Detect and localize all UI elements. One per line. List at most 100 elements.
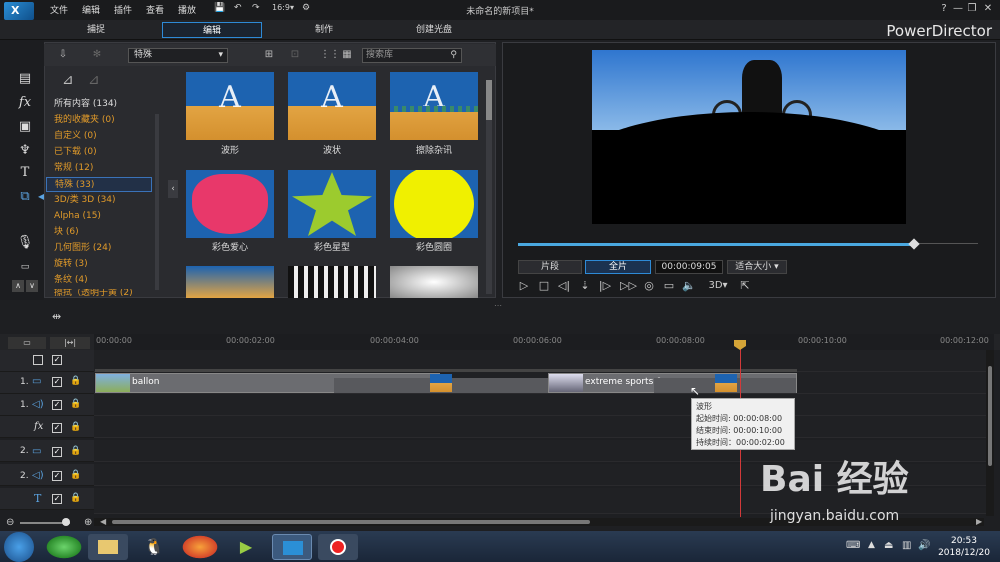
- thumbnail-color-heart[interactable]: [186, 170, 274, 238]
- restore-button[interactable]: ❐: [966, 3, 978, 15]
- category-item[interactable]: 块 (6): [54, 225, 150, 240]
- fx-room-icon[interactable]: fx: [16, 94, 34, 112]
- play-icon[interactable]: ▷: [517, 279, 531, 293]
- subtitle-room-icon[interactable]: ▭: [16, 258, 34, 276]
- keyboard-tray-icon[interactable]: ⌨: [846, 540, 860, 551]
- taskbar-clock[interactable]: 20:53 2018/12/20: [934, 535, 994, 559]
- recorder-icon[interactable]: [318, 534, 358, 560]
- category-item[interactable]: 自定义 (0): [54, 129, 150, 144]
- tag-remove-icon[interactable]: ⊿: [88, 72, 100, 88]
- timeline-vscroll[interactable]: [986, 350, 994, 516]
- category-item[interactable]: 常规 (12): [54, 161, 150, 176]
- lock-icon[interactable]: 🔒: [70, 376, 81, 386]
- zoom-slider-knob[interactable]: [62, 518, 70, 526]
- tab-produce[interactable]: 制作: [274, 22, 374, 38]
- track-enable-checkbox[interactable]: ✓: [52, 423, 62, 433]
- category-item[interactable]: 几何图形 (24): [54, 241, 150, 256]
- network-tray-icon[interactable]: ▥: [902, 540, 911, 551]
- category-item[interactable]: 条纹 (4): [54, 273, 150, 288]
- track-enable-checkbox[interactable]: ✓: [52, 377, 62, 387]
- lock-icon[interactable]: 🔒: [70, 493, 81, 503]
- qq-icon[interactable]: 🐧: [134, 534, 174, 560]
- fast-forward-icon[interactable]: ▷▷: [620, 279, 637, 293]
- add-to-timeline-icon[interactable]: ⊞: [262, 48, 276, 62]
- timecode-display[interactable]: 00:00:09:05: [655, 260, 723, 274]
- explorer-icon[interactable]: [88, 534, 128, 560]
- preview-progress[interactable]: [518, 243, 914, 246]
- title-room-icon[interactable]: T: [16, 164, 34, 182]
- panel-resize-handle[interactable]: ⋯: [494, 301, 502, 310]
- chevron-up-icon[interactable]: ∧: [12, 280, 24, 292]
- thumbnail-partial[interactable]: [390, 266, 478, 298]
- category-item[interactable]: 特殊 (33): [46, 177, 152, 192]
- next-frame-icon[interactable]: |▷: [598, 279, 612, 293]
- track-enable-checkbox[interactable]: ✓: [52, 355, 62, 365]
- scroll-right-icon[interactable]: ▶: [976, 517, 982, 526]
- thumbnail-partial[interactable]: [186, 266, 274, 298]
- scroll-left-icon[interactable]: ◀: [100, 517, 106, 526]
- volume-tray-icon[interactable]: 🔊: [918, 540, 930, 551]
- split-icon[interactable]: ⇹: [52, 310, 61, 323]
- category-item[interactable]: Alpha (15): [54, 209, 150, 224]
- movie-mode-button[interactable]: 全片: [585, 260, 651, 274]
- help-button[interactable]: ?: [938, 3, 950, 15]
- track-enable-checkbox[interactable]: ✓: [52, 494, 62, 504]
- track-enable-checkbox[interactable]: ✓: [52, 400, 62, 410]
- start-button[interactable]: [4, 532, 34, 562]
- lock-icon[interactable]: 🔒: [70, 399, 81, 409]
- list-view-icon[interactable]: ▦: [340, 48, 354, 62]
- subtitle-icon[interactable]: ▭: [662, 279, 676, 293]
- firefox-icon[interactable]: [180, 534, 220, 560]
- category-select[interactable]: 特殊 ▾: [128, 48, 228, 63]
- powerdirector-task-icon[interactable]: [272, 534, 312, 560]
- voice-record-icon[interactable]: 🎙: [16, 234, 34, 252]
- favorite-add-icon[interactable]: ⊡: [288, 48, 302, 62]
- category-item[interactable]: 已下载 (0): [54, 145, 150, 160]
- category-item[interactable]: 旋转 (3): [54, 257, 150, 272]
- media-app-icon[interactable]: ▶: [226, 534, 266, 560]
- tab-create-disc[interactable]: 创建光盘: [384, 22, 484, 38]
- import-icon[interactable]: ⇩: [56, 48, 70, 62]
- transition-marker[interactable]: [430, 374, 452, 392]
- thumbnail-noise-wipe[interactable]: A: [390, 72, 478, 140]
- transition-room-icon[interactable]: ⧉: [16, 188, 34, 206]
- tab-capture[interactable]: 捕捉: [46, 22, 146, 38]
- stop-icon[interactable]: □: [537, 279, 551, 293]
- usb-tray-icon[interactable]: ⏏: [884, 540, 893, 551]
- mark-icon[interactable]: ⇣: [578, 279, 592, 293]
- thumbnail-partial[interactable]: [288, 266, 376, 298]
- thumbnail-wave[interactable]: A: [186, 72, 274, 140]
- thumbnail-scrollbar[interactable]: [486, 80, 492, 294]
- timeline-hscroll-thumb[interactable]: [112, 520, 590, 524]
- media-room-icon[interactable]: ▤: [16, 70, 34, 88]
- fit-timeline-icon[interactable]: |↔|: [50, 337, 90, 349]
- taskbar-app-icon[interactable]: [44, 534, 84, 560]
- track-manager-icon[interactable]: ▭: [8, 337, 46, 349]
- snapshot-icon[interactable]: ◎: [642, 279, 656, 293]
- plugin-icon[interactable]: ✻: [90, 48, 104, 62]
- close-button[interactable]: ✕: [982, 3, 994, 15]
- category-item[interactable]: 所有内容 (134): [54, 97, 150, 112]
- track-enable-checkbox[interactable]: ✓: [52, 471, 62, 481]
- zoom-in-icon[interactable]: ⊕: [84, 517, 92, 528]
- fit-size-select[interactable]: 适合大小 ▾: [727, 260, 787, 274]
- track-enable-checkbox[interactable]: ✓: [52, 447, 62, 457]
- tray-expand-icon[interactable]: ▲: [868, 540, 875, 550]
- transition-marker[interactable]: [715, 374, 737, 392]
- search-input[interactable]: 搜索库 ⚲: [362, 48, 462, 63]
- 3d-mode-button[interactable]: 3D▾: [704, 279, 732, 293]
- undock-preview-icon[interactable]: ⇱: [738, 279, 752, 293]
- category-item[interactable]: 擦拭（透明于黄 (2): [54, 289, 150, 298]
- particle-room-icon[interactable]: ♆: [16, 142, 34, 160]
- pip-room-icon[interactable]: ▣: [16, 118, 34, 136]
- zoom-out-icon[interactable]: ⊖: [6, 517, 14, 528]
- thumbnail-color-circle[interactable]: [390, 170, 478, 238]
- thumbnail-ripple[interactable]: A: [288, 72, 376, 140]
- timeline-row[interactable]: [94, 394, 986, 416]
- grid-view-icon[interactable]: ⋮⋮: [320, 48, 340, 62]
- category-item[interactable]: 我的收藏夹 (0): [54, 113, 150, 128]
- category-scrollbar[interactable]: [155, 114, 159, 290]
- timeline-row[interactable]: [94, 416, 986, 438]
- lock-icon[interactable]: 🔒: [70, 470, 81, 480]
- tag-add-icon[interactable]: ⊿: [62, 72, 74, 88]
